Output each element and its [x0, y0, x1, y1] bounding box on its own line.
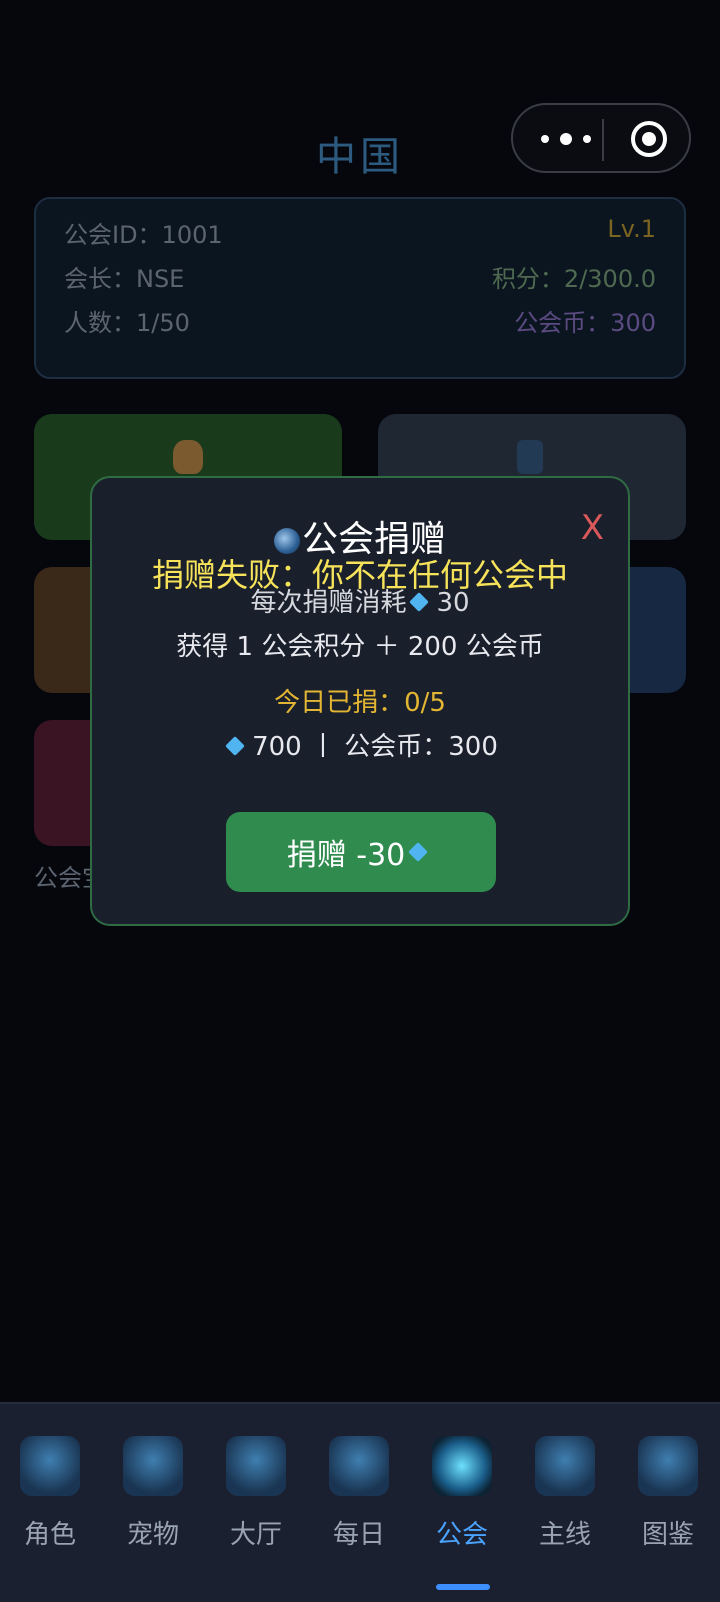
- cost-prefix: 每次捐赠消耗: [250, 588, 407, 618]
- nav-label: 图鉴: [641, 1520, 694, 1550]
- nav-item-role[interactable]: 角色: [0, 1436, 100, 1556]
- nav-item-daily[interactable]: 每日: [309, 1436, 409, 1556]
- gem-icon: [225, 736, 245, 756]
- donate-button-label: 捐赠 -30: [286, 838, 406, 873]
- book-icon: [638, 1436, 698, 1496]
- home-icon: [226, 1436, 286, 1496]
- swords-icon: [432, 1436, 492, 1496]
- cost-line: 每次捐赠消耗 30: [92, 582, 628, 619]
- info-row-1: 公会ID：1001 Lv.1: [64, 215, 656, 249]
- balance-line: 700 丨 公会币：300: [92, 726, 628, 763]
- nav-item-guild[interactable]: 公会: [412, 1436, 512, 1556]
- close-button[interactable]: X: [581, 508, 604, 548]
- reward-line: 获得 1 公会积分 ＋ 200 公会币: [176, 632, 544, 662]
- coin-balance: 丨 公会币：300: [310, 732, 498, 762]
- nav-label: 公会: [435, 1520, 488, 1550]
- active-tab-indicator: [436, 1584, 490, 1590]
- helmet-icon: [20, 1436, 80, 1496]
- nav-item-hall[interactable]: 大厅: [206, 1436, 306, 1556]
- cost-value: 30: [436, 588, 470, 618]
- nav-label: 大厅: [229, 1520, 282, 1550]
- nav-label: 角色: [23, 1520, 76, 1550]
- tile-2-icon: [517, 440, 543, 474]
- bottom-nav: 角色 宠物 大厅 每日 公会 主线 图鉴: [0, 1402, 720, 1602]
- nav-label: 主线: [538, 1520, 591, 1550]
- gem-icon: [409, 592, 430, 612]
- guild-leader: 会长：NSE: [64, 265, 185, 293]
- guild-id: 公会ID：1001: [64, 221, 223, 249]
- nav-label: 每日: [332, 1520, 385, 1550]
- nav-label: 宠物: [126, 1520, 179, 1550]
- nav-item-main[interactable]: 主线: [515, 1436, 615, 1556]
- guild-coins: 公会币：300: [514, 309, 656, 337]
- constellation-icon: [535, 1436, 595, 1496]
- tile-1-icon: [173, 440, 203, 474]
- info-row-3: 人数：1/50 公会币：300: [64, 303, 656, 337]
- guild-members: 人数：1/50: [64, 309, 190, 337]
- gem-icon: [408, 842, 429, 862]
- donate-button[interactable]: 捐赠 -30: [226, 812, 496, 892]
- guild-level: Lv.1: [607, 215, 656, 243]
- info-row-2: 会长：NSE 积分：2/300.0: [64, 259, 656, 293]
- tasks-icon: [329, 1436, 389, 1496]
- paw-icon: [123, 1436, 183, 1496]
- nav-item-codex[interactable]: 图鉴: [618, 1436, 718, 1556]
- guild-name: 中国: [316, 134, 404, 180]
- guild-score: 积分：2/300.0: [491, 265, 656, 293]
- nav-item-pet[interactable]: 宠物: [103, 1436, 203, 1556]
- donate-modal: 公会捐赠 X 捐赠失败：你不在任何公会中 每次捐赠消耗 30 获得 1 公会积分 …: [90, 476, 630, 926]
- guild-info-card: 公会ID：1001 Lv.1 会长：NSE 积分：2/300.0 人数：1/50…: [34, 197, 686, 379]
- gem-balance: 700: [252, 732, 302, 762]
- today-donated: 今日已捐：0/5: [274, 688, 446, 718]
